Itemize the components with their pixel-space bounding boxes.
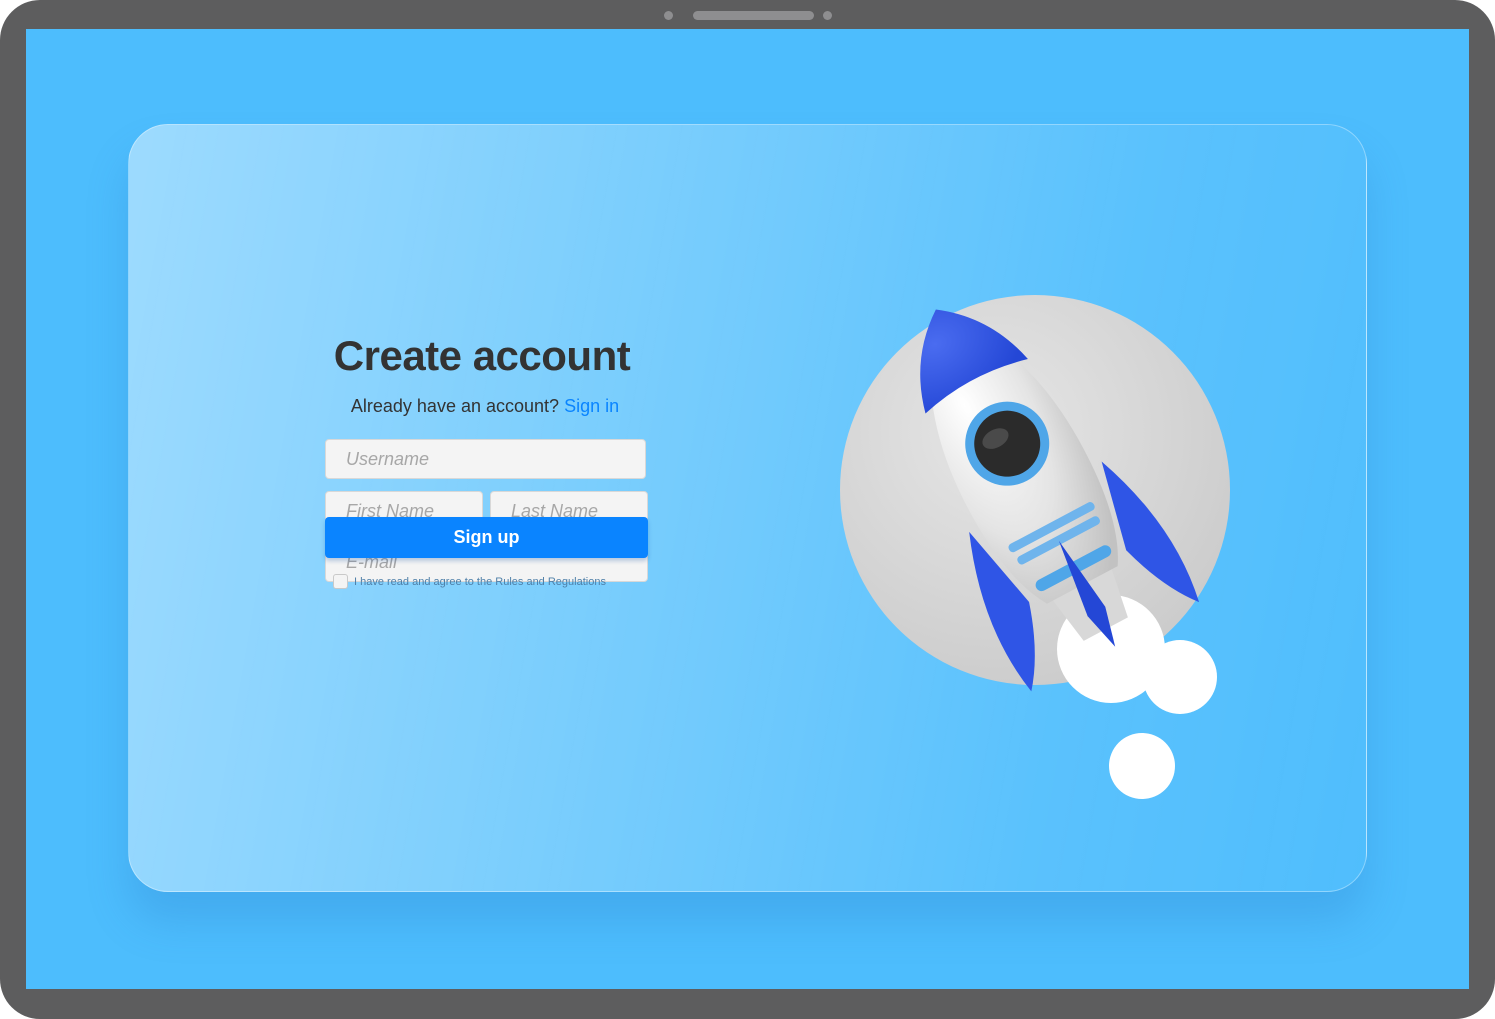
rocket-icon — [840, 295, 1230, 799]
smoke-cloud — [1143, 640, 1217, 714]
screen: Create account Already have an account? … — [26, 29, 1469, 989]
smoke-puff — [1109, 733, 1175, 799]
device-frame: Create account Already have an account? … — [0, 0, 1495, 1019]
speaker-slot — [693, 11, 814, 20]
camera-dot — [664, 11, 673, 20]
sensor-dot — [823, 11, 832, 20]
